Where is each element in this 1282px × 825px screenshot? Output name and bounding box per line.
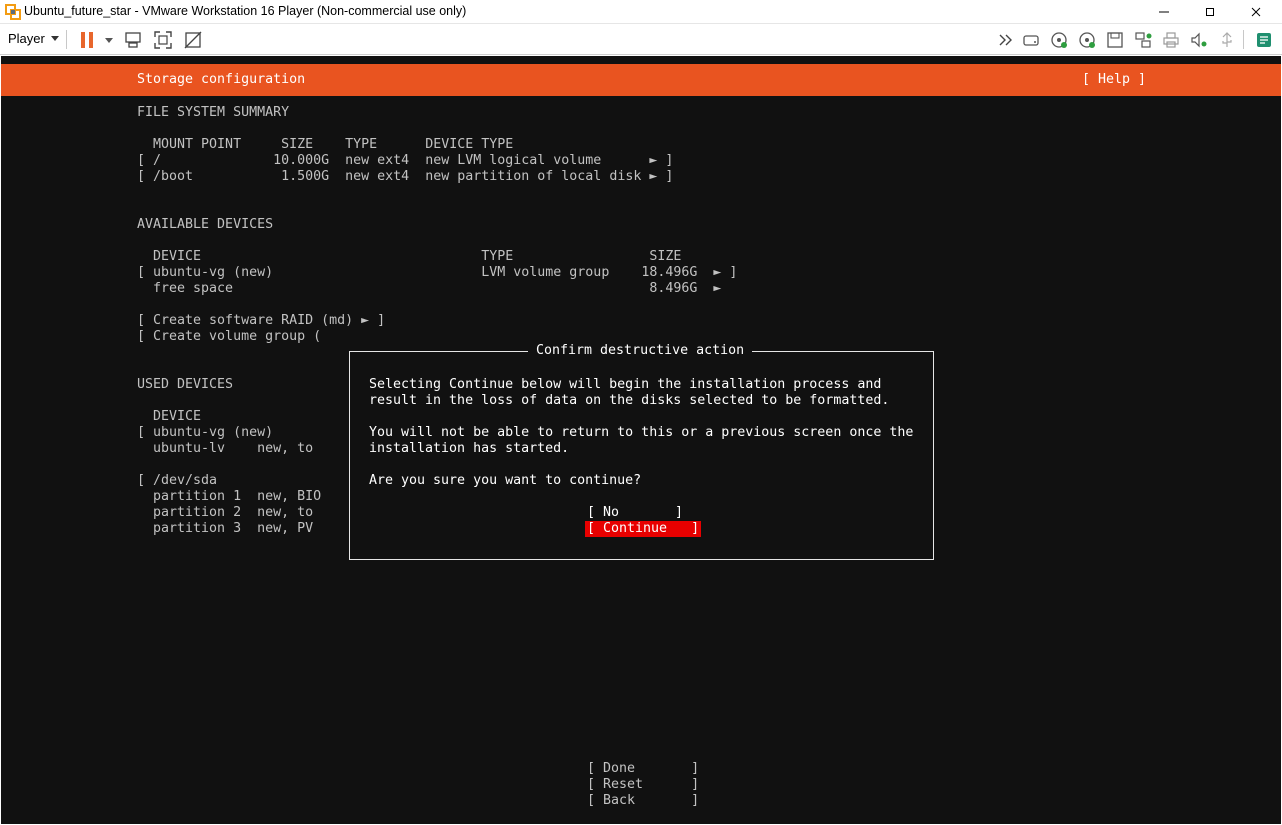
fs-summary-columns: MOUNT POINT SIZE TYPE DEVICE TYPE [137, 137, 514, 152]
printer-icon[interactable] [1160, 29, 1182, 51]
player-menu-label: Player [8, 31, 45, 46]
continue-button[interactable]: [ Continue ] [585, 521, 702, 537]
page-title: Storage configuration [137, 72, 306, 87]
dialog-message-line: Selecting Continue below will begin the … [369, 377, 882, 392]
used-device-row: partition 3 new, PV [137, 521, 314, 536]
network-icon[interactable] [1132, 29, 1154, 51]
dialog-message-line: You will not be able to return to this o… [369, 425, 914, 440]
reset-button[interactable]: [ Reset ] [587, 777, 699, 793]
fs-summary-heading: FILE SYSTEM SUMMARY [137, 105, 290, 120]
vm-display[interactable]: Storage configuration [ Help ] FILE SYST… [1, 56, 1281, 824]
dialog-message-line: installation has started. [369, 441, 570, 456]
vmware-app-icon [5, 4, 21, 20]
send-ctrl-alt-del-icon[interactable] [122, 29, 144, 51]
used-device-row: partition 1 new, BIO [137, 489, 322, 504]
dialog-message-line: result in the loss of data on the disks … [369, 393, 890, 408]
window-title: Ubuntu_future_star - VMware Workstation … [24, 4, 467, 18]
chevron-down-icon [50, 36, 59, 41]
hard-disk-icon[interactable] [1020, 29, 1042, 51]
used-device-row: partition 2 new, to [137, 505, 314, 520]
dialog-title: Confirm destructive action [528, 343, 753, 359]
create-raid-button[interactable]: [ Create software RAID (md) ► ] [137, 313, 385, 329]
back-button[interactable]: [ Back ] [587, 793, 699, 809]
confirm-dialog: Confirm destructive action Selecting Con… [349, 343, 934, 560]
pause-dropdown-icon[interactable] [98, 29, 120, 51]
used-device-row[interactable]: [ ubuntu-vg (new) [137, 425, 273, 441]
available-devices-heading: AVAILABLE DEVICES [137, 217, 274, 232]
used-device-row[interactable]: [ /dev/sda [137, 473, 217, 489]
pause-icon[interactable] [76, 29, 98, 51]
create-volume-group-button[interactable]: [ Create volume group ( [137, 329, 321, 345]
fs-summary-row-root[interactable]: [ / 10.000G new ext4 new LVM logical vol… [137, 153, 673, 169]
maximize-icon[interactable] [1187, 0, 1233, 24]
toolbar-divider [1243, 30, 1244, 49]
fs-summary-row-boot[interactable]: [ /boot 1.500G new ext4 new partition of… [137, 169, 673, 185]
floppy-icon[interactable] [1104, 29, 1126, 51]
available-devices-columns: DEVICE TYPE SIZE [137, 249, 682, 264]
installer-header: Storage configuration [ Help ] [1, 64, 1281, 96]
usb-icon[interactable] [1216, 29, 1238, 51]
fullscreen-icon[interactable] [152, 29, 174, 51]
cd-dvd-icon[interactable] [1048, 29, 1070, 51]
window-titlebar: Ubuntu_future_star - VMware Workstation … [0, 0, 1282, 24]
minimize-icon[interactable] [1141, 0, 1187, 24]
no-button[interactable]: [ No ] [587, 505, 683, 521]
sound-icon[interactable] [1188, 29, 1210, 51]
unity-icon[interactable] [182, 29, 204, 51]
more-devices-icon[interactable] [995, 29, 1017, 51]
cd-dvd-2-icon[interactable] [1076, 29, 1098, 51]
help-button[interactable]: [ Help ] [1082, 72, 1146, 88]
player-toolbar: Player [0, 24, 1282, 55]
used-device-row: ubuntu-lv new, to [137, 441, 314, 456]
message-log-icon[interactable] [1253, 29, 1275, 51]
close-icon[interactable] [1233, 0, 1279, 24]
toolbar-divider [66, 30, 67, 49]
done-button[interactable]: [ Done ] [587, 761, 699, 777]
available-device-row-free[interactable]: free space 8.496G ► [137, 281, 721, 297]
used-devices-columns: DEVICE [137, 409, 202, 424]
player-menu-button[interactable]: Player [8, 31, 59, 46]
dialog-question: Are you sure you want to continue? [369, 473, 642, 488]
used-devices-heading: USED DEVICES [137, 377, 234, 392]
available-device-row-vg[interactable]: [ ubuntu-vg (new) LVM volume group 18.49… [137, 265, 737, 281]
